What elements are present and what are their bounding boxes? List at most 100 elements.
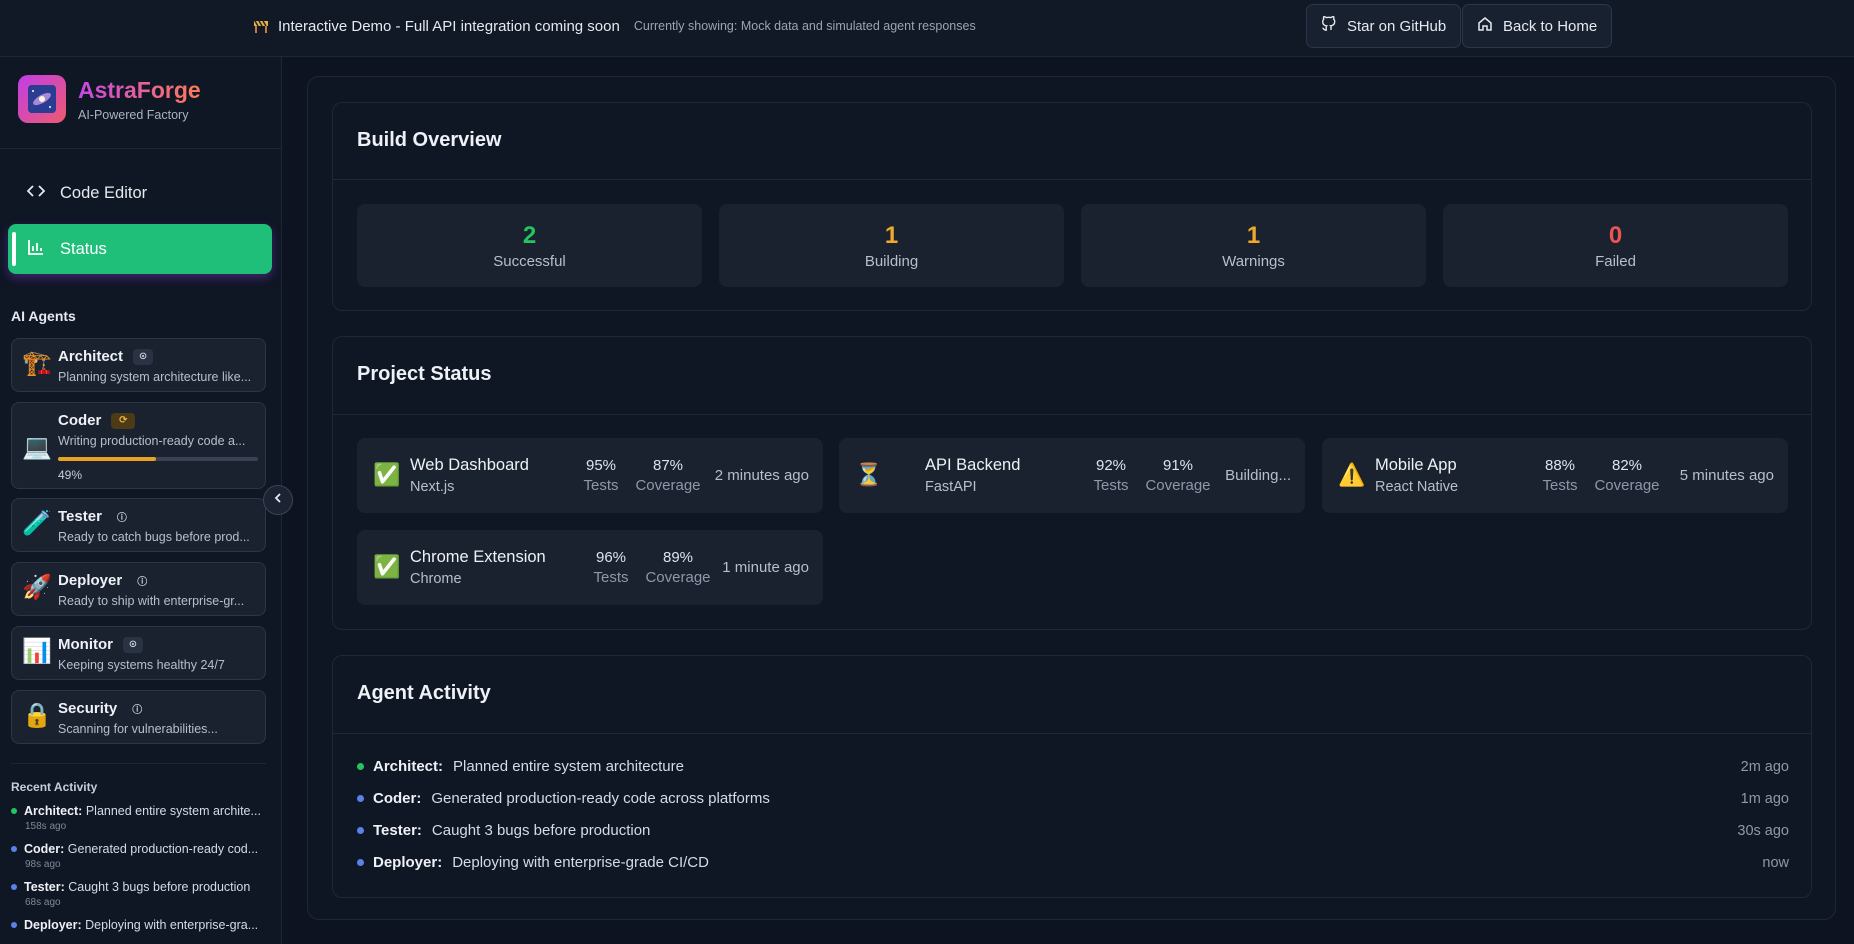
coverage-label: Coverage: [635, 477, 701, 494]
stat-warnings: 1 Warnings: [1081, 204, 1426, 287]
agent-desc: Scanning for vulnerabilities...: [58, 722, 218, 736]
project-mobile-app[interactable]: ⚠️ Mobile App React Native 88% Tests 82% C…: [1322, 438, 1788, 513]
project-name: Chrome Extension: [410, 548, 546, 566]
project-name: API Backend: [925, 456, 1021, 474]
warning-icon: ⚠️: [1338, 462, 1366, 487]
project-name: Mobile App: [1375, 456, 1457, 474]
back-home-label: Back to Home: [1503, 17, 1598, 35]
agent-progress-label: 49%: [58, 468, 83, 482]
agent-name: Monitor: [58, 636, 113, 653]
activity-time: 30s ago: [1737, 822, 1789, 839]
coverage-value: 82%: [1611, 457, 1643, 474]
github-icon: [1321, 15, 1337, 36]
working-status-icon: ⟳: [111, 412, 136, 429]
project-api-backend[interactable]: ⏳ API Backend FastAPI 92% Tests 91% Covera…: [839, 438, 1305, 513]
stat-successful: 2 Successful: [357, 204, 702, 287]
status-dot: [357, 859, 364, 866]
recent-time: 68s ago: [25, 897, 61, 908]
recent-agent: Tester:: [24, 880, 65, 894]
agent-card-architect[interactable]: 🏗️ Architect ⊙ Planning system architectu…: [11, 338, 266, 392]
laptop-icon: 💻: [22, 434, 52, 461]
demo-notice: Interactive Demo - Full API integration …: [252, 17, 976, 35]
agent-activity-title: Agent Activity: [357, 682, 491, 704]
agent-card-monitor[interactable]: 📊 Monitor ⊙ Keeping systems healthy 24/7: [11, 626, 266, 680]
agent-card-security[interactable]: 🔒 Security ⓘ Scanning for vulnerabilities…: [11, 690, 266, 744]
nav-status[interactable]: Status: [8, 224, 272, 274]
rocket-icon: 🚀: [22, 574, 52, 601]
ready-status-icon: ⓘ: [116, 513, 127, 524]
activity-row: Tester: Caught 3 bugs before production …: [357, 822, 1789, 839]
recent-agent: Coder:: [24, 842, 65, 856]
galaxy-icon: [28, 85, 56, 113]
stat-label: Successful: [493, 253, 566, 270]
recent-text: Generated production-ready cod...: [67, 842, 259, 856]
sidebar: AstraForge AI-Powered Factory Code Edito…: [0, 57, 282, 944]
recent-time: 98s ago: [25, 859, 61, 870]
activity-text: Planned entire system architecture: [453, 758, 684, 775]
agent-name: Tester: [58, 508, 102, 525]
divider: [333, 179, 1811, 180]
test-tube-icon: 🧪: [22, 510, 52, 537]
status-dot: [357, 827, 364, 834]
agent-activity-card: Agent Activity Architect: Planned entire…: [332, 655, 1812, 898]
agent-name: Coder: [58, 412, 102, 429]
stat-value: 1: [884, 222, 899, 249]
hourglass-icon: ⏳: [855, 462, 883, 487]
chart-icon: 📊: [22, 638, 52, 665]
project-time: Building...: [1225, 467, 1291, 484]
coverage-value: 91%: [1162, 457, 1194, 474]
recent-text: Deploying with enterprise-gra...: [85, 918, 259, 932]
tests-label: Tests: [593, 569, 629, 586]
construction-icon: [252, 17, 270, 35]
agent-desc: Keeping systems healthy 24/7: [58, 658, 225, 672]
project-time: 1 minute ago: [722, 559, 809, 576]
agent-progress-fill: [58, 457, 156, 461]
agent-card-tester[interactable]: 🧪 Tester ⓘ Ready to catch bugs before pro…: [11, 498, 266, 552]
divider: [333, 414, 1811, 415]
status-dot: [357, 763, 364, 770]
coverage-value: 87%: [652, 457, 684, 474]
recent-text: Caught 3 bugs before production: [68, 880, 251, 894]
coverage-metric: 89% Coverage: [643, 549, 713, 586]
coverage-label: Coverage: [1145, 477, 1211, 494]
agent-desc: Ready to catch bugs before prod...: [58, 530, 250, 544]
collapse-sidebar-button[interactable]: [263, 485, 293, 515]
project-framework: React Native: [1375, 479, 1459, 495]
back-home-button[interactable]: Back to Home: [1462, 4, 1613, 48]
project-status-card: Project Status ✅ Web Dashboard Next.js 9…: [332, 336, 1812, 630]
project-name: Web Dashboard: [410, 456, 529, 474]
recent-activity-item: Deployer: Deploying with enterprise-gra.…: [11, 918, 271, 932]
activity-time: 2m ago: [1740, 758, 1789, 775]
activity-agent: Tester:: [373, 822, 422, 839]
tests-metric: 95% Tests: [579, 457, 623, 494]
star-github-button[interactable]: Star on GitHub: [1306, 4, 1462, 48]
agent-card-coder[interactable]: 💻 Coder ⟳ Writing production-ready code a…: [11, 402, 266, 489]
build-overview-title: Build Overview: [357, 129, 502, 151]
lock-icon: 🔒: [22, 702, 52, 729]
tests-metric: 88% Tests: [1538, 457, 1582, 494]
coverage-metric: 82% Coverage: [1592, 457, 1662, 494]
divider: [0, 148, 281, 149]
stat-value: 2: [522, 222, 537, 249]
agent-name: Security: [58, 700, 118, 717]
tests-value: 95%: [585, 457, 617, 474]
recent-agent: Architect:: [24, 804, 83, 818]
code-icon: [26, 181, 46, 206]
agent-card-deployer[interactable]: 🚀 Deployer ⓘ Ready to ship with enterpris…: [11, 562, 266, 616]
tests-value: 96%: [595, 549, 627, 566]
idle-status-icon: ⊙: [133, 348, 154, 365]
activity-row: Coder: Generated production-ready code a…: [357, 790, 1789, 807]
recent-activity-item: Architect: Planned entire system archite…: [11, 804, 271, 832]
coverage-metric: 91% Coverage: [1143, 457, 1213, 494]
project-framework: Next.js: [410, 479, 455, 495]
project-web-dashboard[interactable]: ✅ Web Dashboard Next.js 95% Tests 87% Cove…: [357, 438, 823, 513]
tests-value: 88%: [1544, 457, 1576, 474]
nav-code-editor[interactable]: Code Editor: [8, 168, 272, 218]
idle-status-icon: ⊙: [122, 636, 143, 653]
tests-metric: 92% Tests: [1089, 457, 1133, 494]
app-tagline: AI-Powered Factory: [78, 107, 189, 122]
project-chrome-extension[interactable]: ✅ Chrome Extension Chrome 96% Tests 89% Co…: [357, 530, 823, 605]
stat-building: 1 Building: [719, 204, 1064, 287]
top-banner: Interactive Demo - Full API integration …: [0, 0, 1854, 57]
stat-label: Failed: [1595, 253, 1636, 270]
